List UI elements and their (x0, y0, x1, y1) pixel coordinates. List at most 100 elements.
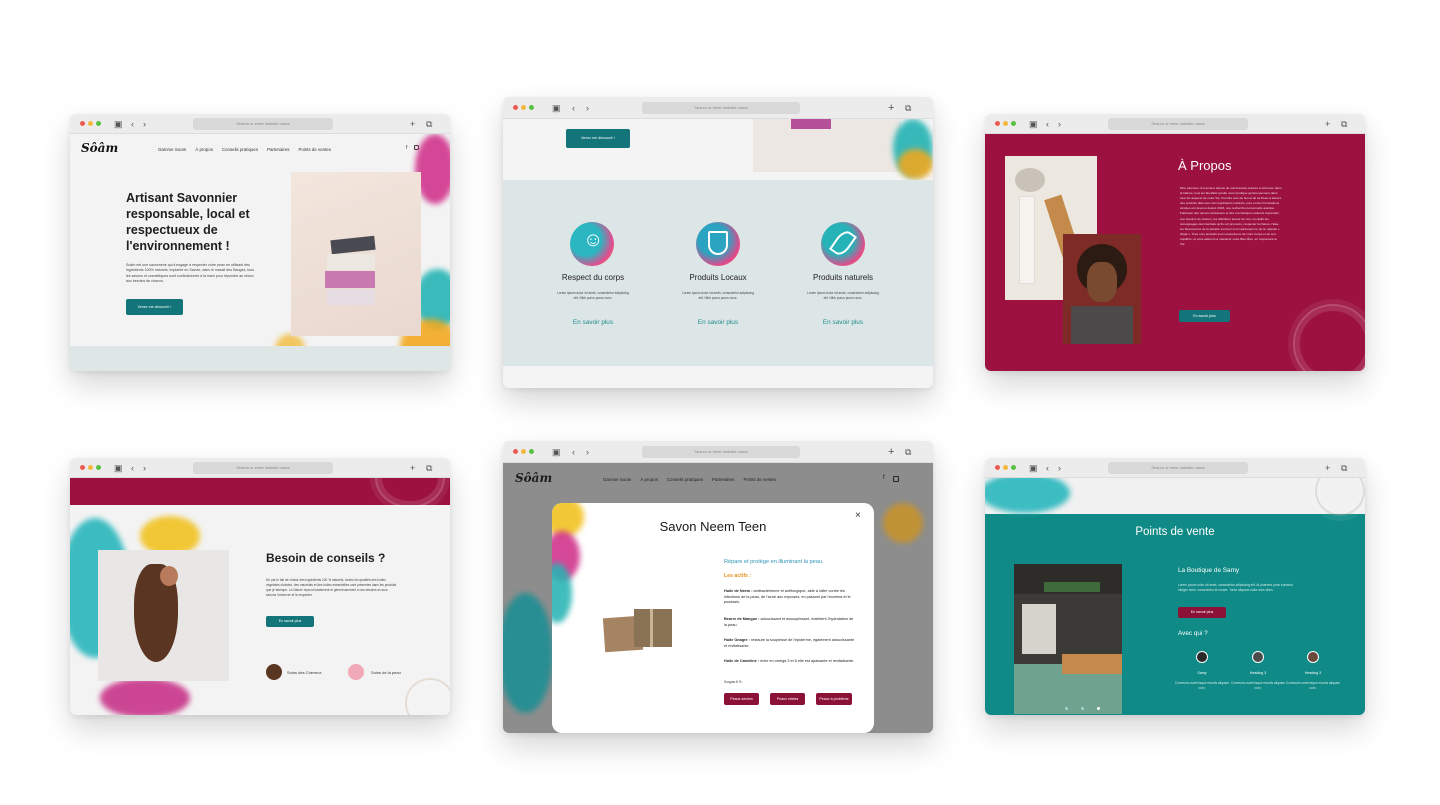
site-logo[interactable]: Sôâm (515, 471, 552, 485)
discover-button[interactable]: Venez me découvrir ! (566, 129, 630, 148)
learn-more-button[interactable]: En savoir plus (266, 616, 314, 627)
card-label[interactable]: Soins de la peau (371, 670, 401, 675)
facebook-icon[interactable]: f (406, 145, 407, 151)
close-dot[interactable] (513, 449, 518, 454)
facebook-icon[interactable]: f (883, 475, 885, 481)
person-avatar[interactable] (1252, 651, 1264, 663)
forward-icon[interactable]: › (1058, 462, 1061, 474)
tabs-overview-icon[interactable]: ⧉ (1341, 462, 1347, 474)
sidebar-icon[interactable]: ▣ (114, 462, 123, 474)
zoom-dot[interactable] (529, 105, 534, 110)
nav-item-apropos[interactable]: À propos (640, 477, 658, 482)
zoom-dot[interactable] (96, 121, 101, 126)
close-dot[interactable] (995, 465, 1000, 470)
back-icon[interactable]: ‹ (131, 462, 134, 474)
nav-item-points-vente[interactable]: Points de ventes (298, 147, 330, 152)
carousel-dot[interactable] (1065, 707, 1068, 710)
zoom-dot[interactable] (1011, 465, 1016, 470)
new-tab-button[interactable]: + (410, 118, 415, 130)
close-dot[interactable] (995, 121, 1000, 126)
feature-link[interactable]: En savoir plus (543, 319, 643, 326)
nav-item-gamme[interactable]: Gamme Soom (603, 477, 631, 482)
instagram-icon[interactable] (893, 476, 899, 482)
close-dot[interactable] (80, 121, 85, 126)
feature-link[interactable]: En savoir plus (668, 319, 768, 326)
close-icon[interactable]: × (855, 510, 861, 521)
combination-skin-button[interactable]: Peaux mixtes (770, 693, 805, 705)
sidebar-icon[interactable]: ▣ (1029, 462, 1038, 474)
carousel-dot[interactable] (1081, 707, 1084, 710)
person-avatar[interactable] (1196, 651, 1208, 663)
forward-icon[interactable]: › (143, 462, 146, 474)
window-controls[interactable] (995, 121, 1019, 127)
tabs-overview-icon[interactable]: ⧉ (426, 462, 432, 474)
close-dot[interactable] (80, 465, 85, 470)
sidebar-icon[interactable]: ▣ (552, 446, 561, 458)
learn-more-button[interactable]: En savoir plus (1178, 607, 1226, 618)
minimize-dot[interactable] (1003, 465, 1008, 470)
dry-skin-button[interactable]: Peaux sèches (724, 693, 759, 705)
skin-care-avatar[interactable] (348, 664, 364, 680)
forward-icon[interactable]: › (1058, 118, 1061, 130)
nav-item-partenaires[interactable]: Partenaires (267, 147, 289, 152)
back-icon[interactable]: ‹ (572, 446, 575, 458)
new-tab-button[interactable]: + (888, 102, 894, 114)
tabs-overview-icon[interactable]: ⧉ (905, 102, 911, 114)
nav-item-points-vente[interactable]: Points de ventes (743, 477, 775, 482)
address-bar[interactable]: Search or enter website name (642, 446, 800, 458)
carousel-dot-active[interactable] (1097, 707, 1100, 710)
address-bar[interactable]: Search or enter website name (193, 462, 333, 474)
zoom-dot[interactable] (1011, 121, 1016, 126)
back-icon[interactable]: ‹ (1046, 118, 1049, 130)
tabs-overview-icon[interactable]: ⧉ (905, 446, 911, 458)
window-controls[interactable] (80, 465, 104, 471)
nav-item-apropos[interactable]: À propos (195, 147, 213, 152)
minimize-dot[interactable] (88, 121, 93, 126)
window-controls[interactable] (513, 449, 537, 455)
product-modal: Savon Neem Teen × Répare et protège en i… (552, 503, 874, 733)
minimize-dot[interactable] (521, 449, 526, 454)
forward-icon[interactable]: › (586, 446, 589, 458)
zoom-dot[interactable] (96, 465, 101, 470)
back-icon[interactable]: ‹ (131, 118, 134, 130)
card-label[interactable]: Soins des Cheveux (287, 670, 321, 675)
nav-item-gamme[interactable]: Gamme Soom (158, 147, 186, 152)
sidebar-icon[interactable]: ▣ (552, 102, 561, 114)
hair-care-avatar[interactable] (266, 664, 282, 680)
back-icon[interactable]: ‹ (572, 102, 575, 114)
learn-more-button[interactable]: En savoir plus (1179, 310, 1230, 322)
new-tab-button[interactable]: + (1325, 118, 1330, 130)
minimize-dot[interactable] (521, 105, 526, 110)
nav-item-conseils[interactable]: Conseils pratiques (222, 147, 258, 152)
address-bar[interactable]: Search or enter website name (1108, 118, 1248, 130)
problem-skin-button[interactable]: Peaux à problème (816, 693, 852, 705)
tabs-overview-icon[interactable]: ⧉ (426, 118, 432, 130)
nav-item-conseils[interactable]: Conseils pratiques (667, 477, 703, 482)
section-title: Besoin de conseils ? (266, 551, 386, 565)
sidebar-icon[interactable]: ▣ (114, 118, 123, 130)
discover-button[interactable]: Venez me découvrir ! (126, 299, 183, 315)
zoom-dot[interactable] (529, 449, 534, 454)
address-bar[interactable]: Search or enter website name (1108, 462, 1248, 474)
tabs-overview-icon[interactable]: ⧉ (1341, 118, 1347, 130)
address-bar[interactable]: Search or enter website name (642, 102, 800, 114)
address-bar[interactable]: Search or enter website name (193, 118, 333, 130)
forward-icon[interactable]: › (586, 102, 589, 114)
close-dot[interactable] (513, 105, 518, 110)
site-logo[interactable]: Sôâm (81, 141, 118, 155)
window-controls[interactable] (513, 105, 537, 111)
minimize-dot[interactable] (88, 465, 93, 470)
sidebar-icon[interactable]: ▣ (1029, 118, 1038, 130)
window-controls[interactable] (995, 465, 1019, 471)
nav-item-partenaires[interactable]: Partenaires (712, 477, 734, 482)
new-tab-button[interactable]: + (1325, 462, 1330, 474)
forward-icon[interactable]: › (143, 118, 146, 130)
feature-link[interactable]: En savoir plus (793, 319, 893, 326)
new-tab-button[interactable]: + (410, 462, 415, 474)
person-avatar[interactable] (1307, 651, 1319, 663)
minimize-dot[interactable] (1003, 121, 1008, 126)
window-controls[interactable] (80, 121, 104, 127)
back-icon[interactable]: ‹ (1046, 462, 1049, 474)
carousel-dots[interactable] (1065, 707, 1105, 711)
new-tab-button[interactable]: + (888, 446, 894, 458)
